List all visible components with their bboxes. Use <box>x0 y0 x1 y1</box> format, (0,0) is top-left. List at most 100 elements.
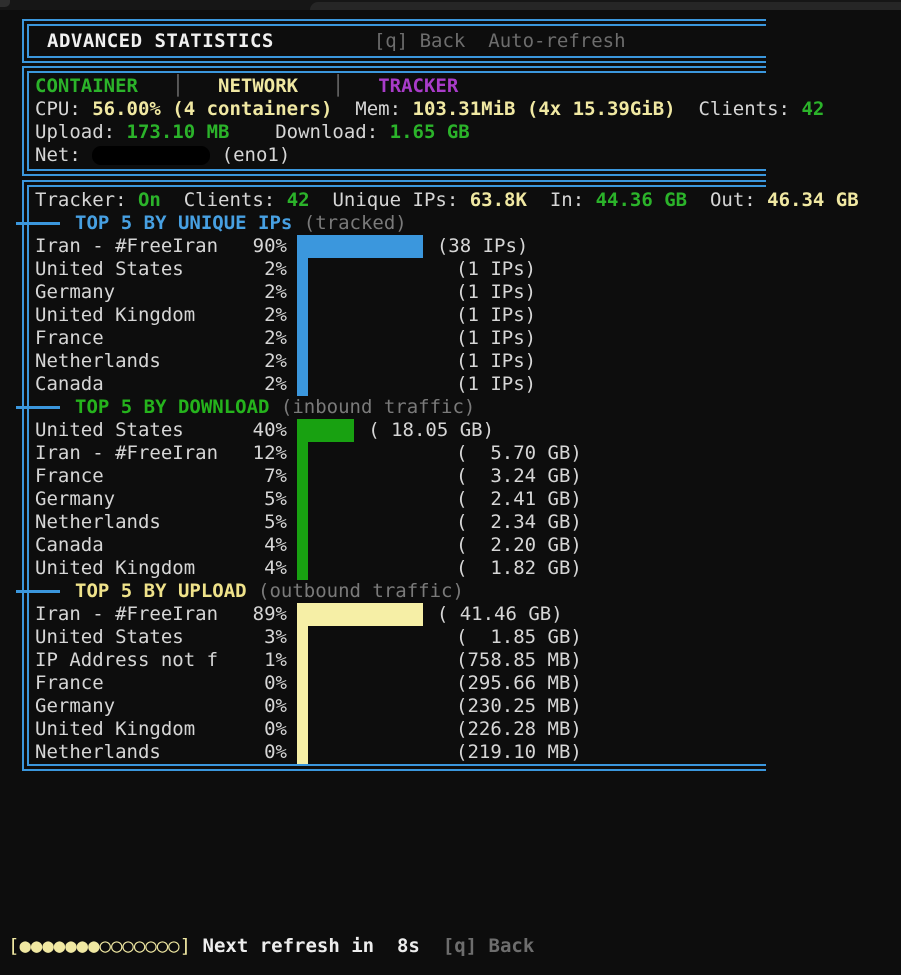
chart-row-value: ( 41.46 GB) <box>437 603 563 626</box>
section-connector-line <box>16 406 60 409</box>
chart-row: Netherlands2%(1 IPs) <box>29 350 766 373</box>
chart-bar <box>297 741 308 764</box>
chart-row-percent: 40% <box>35 419 287 442</box>
chart-row-percent: 5% <box>35 511 287 534</box>
text-segment: 46.34 GB <box>767 189 859 211</box>
text-segment: Next refresh in 8s <box>203 935 420 957</box>
chart-row-percent: 89% <box>35 603 287 626</box>
chart-row: Germany5%( 2.41 GB) <box>29 488 766 511</box>
text-segment: Tracker: <box>35 189 138 211</box>
chart-row-percent: 12% <box>35 442 287 465</box>
chart-row-percent: 2% <box>35 281 287 304</box>
chart-row-percent: 0% <box>35 695 287 718</box>
text-segment <box>420 935 443 957</box>
chart-row-percent: 0% <box>35 718 287 741</box>
text-segment: 103.31MiB (4x 15.39GiB) <box>413 98 676 120</box>
chart-row-percent: 4% <box>35 557 287 580</box>
chart-header-upload: TOP 5 BY UPLOAD (outbound traffic) <box>29 580 766 603</box>
chart-row-value: (226.28 MB) <box>456 718 582 741</box>
chart-row: United Kingdom0%(226.28 MB) <box>29 718 766 741</box>
chart-bar <box>297 373 308 396</box>
chart-bar <box>297 695 308 718</box>
chart-row-percent: 2% <box>35 327 287 350</box>
text-segment: 1.65 GB <box>390 121 470 143</box>
chart-bar <box>297 511 308 534</box>
chart-row-value: (1 IPs) <box>456 304 536 327</box>
tracker-panel: Tracker: On Clients: 42 Unique IPs: 63.8… <box>22 180 766 771</box>
chart-row: Germany2%(1 IPs) <box>29 281 766 304</box>
text-segment: 42 <box>287 189 310 211</box>
charts: TOP 5 BY UNIQUE IPs (tracked)Iran - #Fre… <box>29 212 766 764</box>
chart-row: France2%(1 IPs) <box>29 327 766 350</box>
chart-bar <box>297 603 423 626</box>
auto-refresh-hint[interactable]: Auto-refresh <box>488 30 625 52</box>
text-segment: In: <box>527 189 596 211</box>
text-segment: 63.8K <box>470 189 527 211</box>
chart-row: Netherlands0%(219.10 MB) <box>29 741 766 764</box>
chart-row-value: ( 2.41 GB) <box>456 488 582 511</box>
chart-row-value: (38 IPs) <box>437 235 529 258</box>
text-segment: 44.36 GB <box>596 189 688 211</box>
net-redacted-blob <box>92 146 210 165</box>
chart-row-percent: 4% <box>35 534 287 557</box>
chart-row: IP Address not f1%(758.85 MB) <box>29 649 766 672</box>
chart-row: United States3%( 1.85 GB) <box>29 626 766 649</box>
chart-row-value: (1 IPs) <box>456 350 536 373</box>
chart-bar <box>297 718 308 741</box>
chart-row-value: ( 3.24 GB) <box>456 465 582 488</box>
chart-row: Iran - #FreeIran90%(38 IPs) <box>29 235 766 258</box>
chart-row: United States2%(1 IPs) <box>29 258 766 281</box>
stats-panel: CONTAINER │ NETWORK │ TRACKER CPU: 56.00… <box>22 66 766 176</box>
chart-row-percent: 2% <box>35 373 287 396</box>
terminal-screen: ADVANCED STATISTICS [q] Back Auto-refres… <box>0 0 901 975</box>
net-interface-line: Net: (eno1) <box>29 144 766 167</box>
chart-row-percent: 5% <box>35 488 287 511</box>
tab-tracker[interactable]: TRACKER <box>378 75 458 97</box>
chart-row-value: (1 IPs) <box>456 281 536 304</box>
text-segment: ] <box>180 935 191 957</box>
chart-row-percent: 2% <box>35 258 287 281</box>
chart-bar <box>297 281 308 304</box>
chart-row: Canada2%(1 IPs) <box>29 373 766 396</box>
tab-network[interactable]: NETWORK <box>218 75 298 97</box>
back-hint[interactable]: [q] Back <box>374 30 466 52</box>
text-segment: │ <box>298 75 378 97</box>
terminal-tab-edge <box>310 2 901 10</box>
chart-row-value: (295.66 MB) <box>456 672 582 695</box>
tabs-line: CONTAINER │ NETWORK │ TRACKER <box>29 75 766 98</box>
chart-bar <box>297 649 308 672</box>
chart-row-value: (219.10 MB) <box>456 741 582 764</box>
text-segment: Upload: <box>35 121 127 143</box>
chart-subtitle: (inbound traffic) <box>269 396 475 418</box>
chart-row: United Kingdom2%(1 IPs) <box>29 304 766 327</box>
text-segment: Mem: <box>332 98 412 120</box>
chart-row: Canada4%( 2.20 GB) <box>29 534 766 557</box>
chart-subtitle: (tracked) <box>292 212 406 234</box>
chart-bar <box>297 672 308 695</box>
refresh-progress-dots: ●●●●●●●○○○○○○○ <box>19 935 179 957</box>
chart-row: Germany0%(230.25 MB) <box>29 695 766 718</box>
title-hints: [q] Back Auto-refresh <box>374 26 626 56</box>
chart-row-percent: 7% <box>35 465 287 488</box>
text-segment: Net: <box>35 144 92 166</box>
tracker-summary-line: Tracker: On Clients: 42 Unique IPs: 63.8… <box>29 189 766 212</box>
chart-row-percent: 3% <box>35 626 287 649</box>
chart-row: Netherlands5%( 2.34 GB) <box>29 511 766 534</box>
chart-row-percent: 2% <box>35 304 287 327</box>
chart-bar <box>297 350 308 373</box>
section-connector-line <box>16 590 60 593</box>
chart-row: Iran - #FreeIran89%( 41.46 GB) <box>29 603 766 626</box>
text-segment: 173.10 MB <box>127 121 230 143</box>
text-segment: Clients: <box>676 98 802 120</box>
chart-bar <box>297 304 308 327</box>
chart-row-value: (758.85 MB) <box>456 649 582 672</box>
chart-row-value: ( 2.34 GB) <box>456 511 582 534</box>
text-segment: CPU: <box>35 98 92 120</box>
upload-download-line: Upload: 173.10 MB Download: 1.65 GB <box>29 121 766 144</box>
text-segment: (eno1) <box>210 144 290 166</box>
back-hint-bottom[interactable]: [q] Back <box>443 935 535 957</box>
chart-row-value: ( 5.70 GB) <box>456 442 582 465</box>
tab-container[interactable]: CONTAINER <box>35 75 138 97</box>
chart-subtitle: (outbound traffic) <box>247 580 464 602</box>
chart-row-value: (230.25 MB) <box>456 695 582 718</box>
